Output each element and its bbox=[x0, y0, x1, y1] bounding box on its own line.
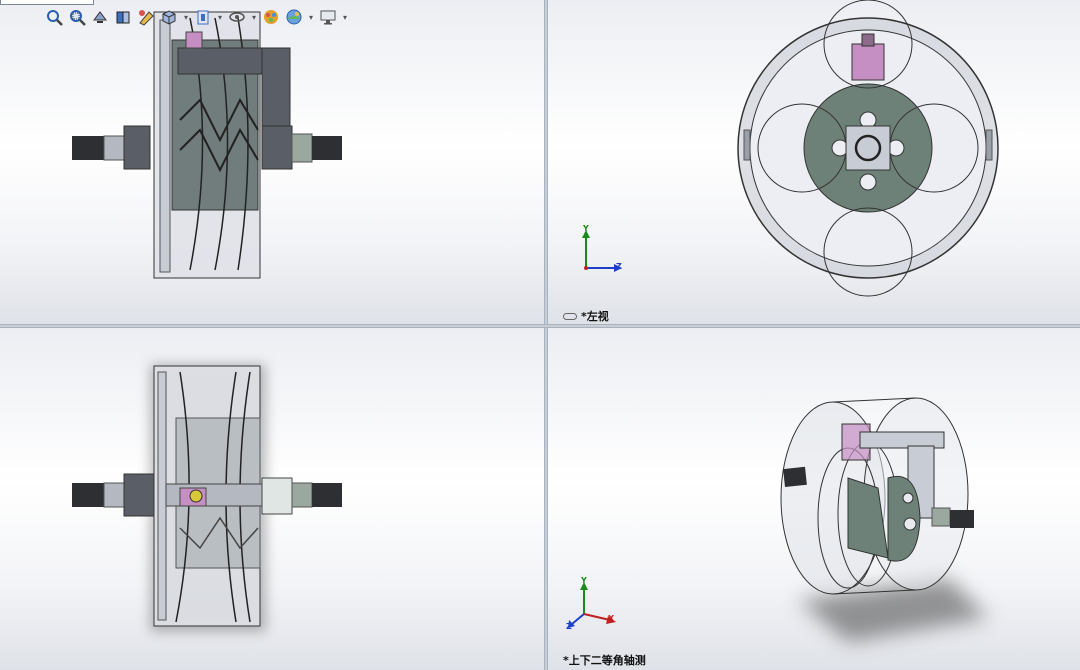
center-block bbox=[845, 125, 891, 171]
bracket-arm bbox=[261, 47, 291, 139]
right-shaft-collar bbox=[931, 507, 951, 527]
housing-wall bbox=[159, 19, 171, 273]
view-label-left: *左视 bbox=[563, 308, 609, 324]
right-hub bbox=[261, 477, 293, 515]
left-shaft-spline bbox=[72, 483, 104, 507]
view-settings-dropdown[interactable]: ▾ bbox=[341, 13, 349, 22]
apply-scene-dropdown[interactable]: ▾ bbox=[307, 13, 315, 22]
viewport-top-left[interactable]: ▾ ▾ ▾ ▾ ▾ bbox=[0, 0, 544, 324]
viewport-top-right[interactable]: Y Z *左视 bbox=[548, 0, 1080, 324]
disc-hole bbox=[902, 492, 914, 504]
hide-show-items-icon[interactable] bbox=[227, 7, 247, 27]
right-shaft-collar bbox=[291, 133, 313, 163]
view-label-isometric: *上下二等角轴测 bbox=[563, 652, 646, 668]
housing-wall bbox=[157, 371, 167, 621]
right-hub bbox=[261, 125, 293, 170]
display-style-dropdown[interactable]: ▾ bbox=[216, 13, 224, 22]
heads-up-view-toolbar: ▾ ▾ ▾ ▾ ▾ bbox=[44, 6, 349, 28]
zoom-to-area-icon[interactable] bbox=[67, 7, 87, 27]
view-label-text: *上下二等角轴测 bbox=[563, 654, 646, 667]
section-view-icon[interactable] bbox=[113, 7, 133, 27]
view-settings-icon[interactable] bbox=[318, 7, 338, 27]
left-shaft-spline bbox=[783, 466, 807, 487]
view-orientation-dropdown[interactable]: ▾ bbox=[182, 13, 190, 22]
disc-hole bbox=[859, 173, 877, 191]
viewport-bottom-right[interactable]: Y X Z *上下二等角轴测 bbox=[548, 328, 1080, 670]
left-shaft-spline bbox=[72, 136, 104, 160]
right-shaft-spline bbox=[312, 136, 342, 160]
view-label-text: *左视 bbox=[581, 310, 609, 323]
right-shaft-spline bbox=[312, 483, 342, 507]
side-tab bbox=[985, 129, 993, 161]
link-icon bbox=[563, 312, 577, 320]
axis-y-label: Y bbox=[581, 576, 587, 585]
zoom-to-fit-icon[interactable] bbox=[44, 7, 64, 27]
apply-scene-icon[interactable] bbox=[284, 7, 304, 27]
hide-show-items-dropdown[interactable]: ▾ bbox=[250, 13, 258, 22]
model-left-view bbox=[737, 0, 999, 297]
viewport-bottom-left[interactable] bbox=[0, 328, 544, 670]
left-shaft-collar bbox=[103, 135, 125, 161]
right-shaft-collar bbox=[291, 482, 313, 508]
pink-slider bbox=[851, 43, 885, 81]
right-shaft-spline bbox=[950, 510, 974, 528]
coordinate-triad bbox=[568, 582, 616, 628]
axis-x-label: X bbox=[608, 614, 615, 623]
axis-y-label: Y bbox=[583, 224, 589, 233]
side-tab bbox=[743, 129, 751, 161]
axis-z-label: Z bbox=[566, 622, 572, 631]
display-style-icon[interactable] bbox=[193, 7, 213, 27]
model-isometric-view bbox=[780, 397, 988, 642]
previous-view-icon[interactable] bbox=[90, 7, 110, 27]
view-orientation-icon[interactable] bbox=[159, 7, 179, 27]
disc-hole bbox=[903, 517, 917, 531]
slider-pin bbox=[861, 33, 875, 47]
left-hub bbox=[123, 125, 151, 170]
model-top-view bbox=[72, 364, 342, 632]
left-hub bbox=[123, 473, 155, 517]
left-shaft-collar bbox=[103, 482, 125, 508]
yellow-pin bbox=[189, 489, 203, 503]
edit-appearance-icon[interactable] bbox=[261, 7, 281, 27]
axis-z-label: Z bbox=[616, 262, 622, 271]
dynamic-annotation-icon[interactable] bbox=[136, 7, 156, 27]
model-front-view bbox=[72, 11, 342, 279]
pink-slider bbox=[185, 31, 203, 49]
